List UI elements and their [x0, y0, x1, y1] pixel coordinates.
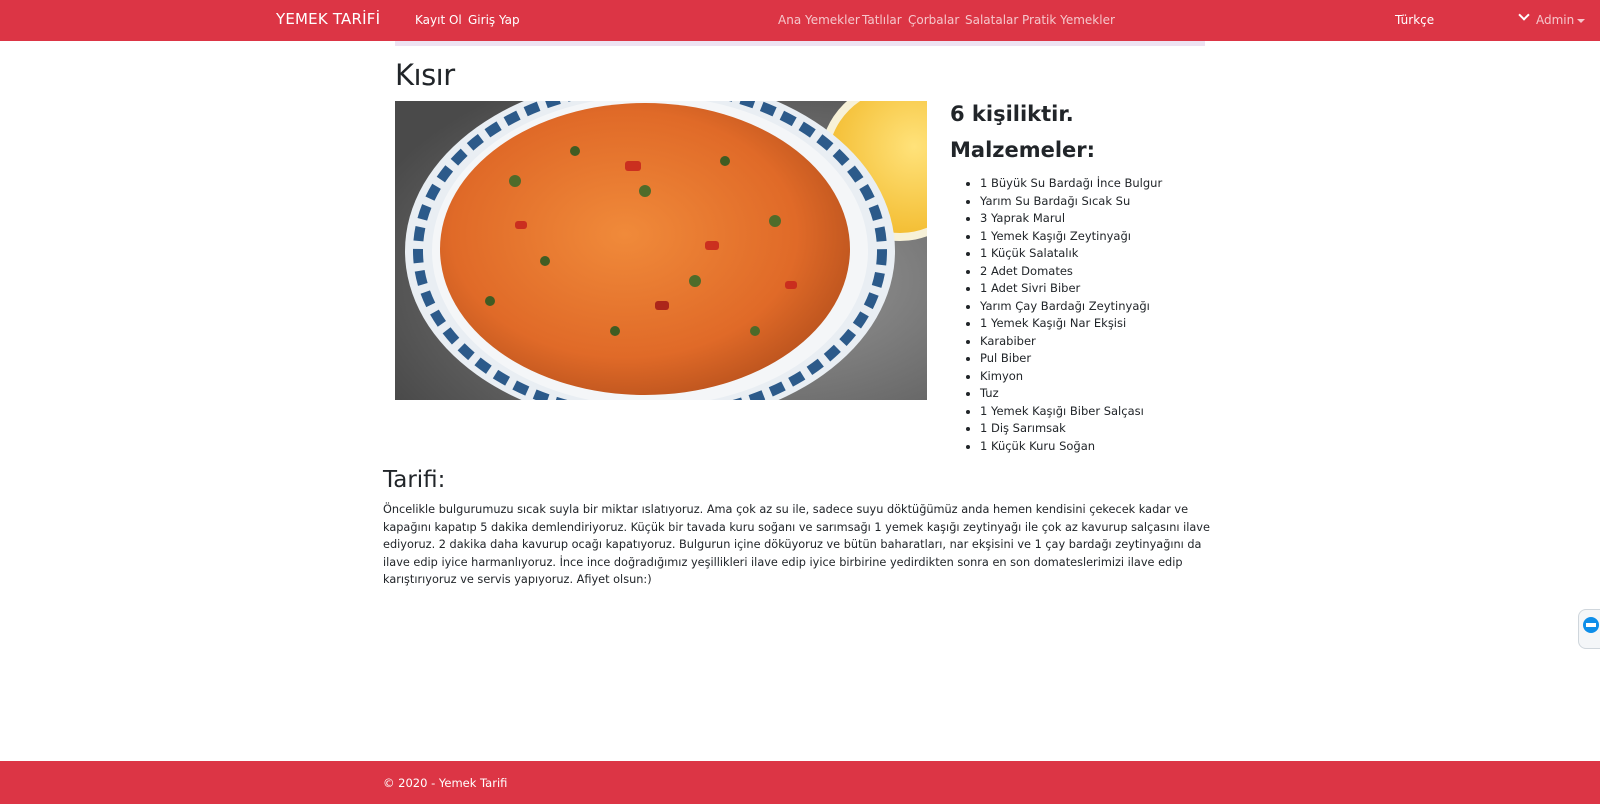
nav-main-dishes[interactable]: Ana Yemekler: [778, 13, 860, 27]
footer: © 2020 - Yemek Tarifi: [0, 761, 1600, 804]
instructions-heading: Tarifi:: [383, 467, 446, 493]
login-link[interactable]: Giriş Yap: [468, 13, 520, 27]
admin-dropdown[interactable]: Admin: [1536, 13, 1586, 27]
ingredient-item: 1 Diş Sarımsak: [980, 420, 1162, 438]
remote-support-widget[interactable]: [1578, 609, 1600, 649]
copyright-text: © 2020 - Yemek Tarifi: [383, 776, 508, 790]
ingredient-item: 2 Adet Domates: [980, 263, 1162, 281]
recipe-photo: [395, 101, 927, 400]
ingredient-item: 1 Yemek Kaşığı Biber Salçası: [980, 403, 1162, 421]
remote-support-icon: [1583, 617, 1599, 633]
language-select-value: Türkçe: [1395, 13, 1435, 27]
chevron-down-icon: [1518, 9, 1530, 21]
ingredient-item: Yarım Su Bardağı Sıcak Su: [980, 193, 1162, 211]
admin-label: Admin: [1536, 13, 1575, 27]
ingredient-item: 1 Yemek Kaşığı Zeytinyağı: [980, 228, 1162, 246]
ingredient-item: 1 Küçük Kuru Soğan: [980, 438, 1162, 456]
language-select[interactable]: Türkçe: [1393, 9, 1530, 31]
top-strip: [395, 41, 1205, 46]
ingredient-item: Karabiber: [980, 333, 1162, 351]
nav-soups[interactable]: Çorbalar: [908, 13, 959, 27]
ingredient-item: Kimyon: [980, 368, 1162, 386]
brand-link[interactable]: YEMEK TARİFİ: [276, 10, 380, 28]
nav-desserts[interactable]: Tatlılar: [862, 13, 902, 27]
ingredient-item: 3 Yaprak Marul: [980, 210, 1162, 228]
top-navbar: YEMEK TARİFİ Kayıt Ol Giriş Yap Ana Yeme…: [0, 0, 1600, 41]
nav-salads[interactable]: Salatalar: [965, 13, 1018, 27]
register-link[interactable]: Kayıt Ol: [415, 13, 462, 27]
nav-quick-meals[interactable]: Pratik Yemekler: [1022, 13, 1115, 27]
instructions-text: Öncelikle bulgurumuzu sıcak suyla bir mi…: [383, 503, 1210, 586]
ingredient-item: Tuz: [980, 385, 1162, 403]
recipe-title: Kısır: [395, 58, 455, 92]
ingredient-item: 1 Yemek Kaşığı Nar Ekşisi: [980, 315, 1162, 333]
caret-down-icon: [1577, 18, 1586, 23]
ingredient-item: 1 Büyük Su Bardağı İnce Bulgur: [980, 175, 1162, 193]
ingredient-item: Pul Biber: [980, 350, 1162, 368]
ingredients-list: 1 Büyük Su Bardağı İnce Bulgur Yarım Su …: [980, 175, 1162, 455]
ingredient-item: 1 Küçük Salatalık: [980, 245, 1162, 263]
serving-info: 6 kişiliktir.: [950, 102, 1074, 126]
ingredient-item: 1 Adet Sivri Biber: [980, 280, 1162, 298]
ingredient-item: Yarım Çay Bardağı Zeytinyağı: [980, 298, 1162, 316]
ingredients-heading: Malzemeler:: [950, 138, 1096, 162]
